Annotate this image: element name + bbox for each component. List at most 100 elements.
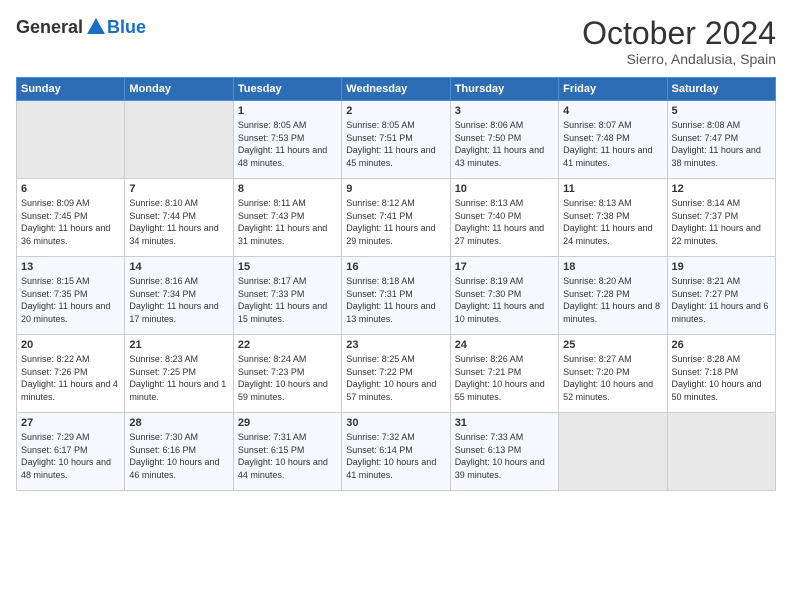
calendar-week-1: 1Sunrise: 8:05 AM Sunset: 7:53 PM Daylig… [17,101,776,179]
title-block: October 2024 Sierro, Andalusia, Spain [582,16,776,67]
day-info: Sunrise: 8:21 AM Sunset: 7:27 PM Dayligh… [672,275,771,325]
col-saturday: Saturday [667,78,775,101]
day-number: 16 [346,261,445,273]
header: General Blue October 2024 Sierro, Andalu… [16,16,776,67]
calendar-cell: 23 Sunrise: 8:25 AM Sunset: 7:22 PM Dayli… [342,335,450,413]
day-info: Sunrise: 8:07 AM Sunset: 7:48 PM Dayligh… [563,119,662,169]
day-info: Sunrise: 8:14 AM Sunset: 7:37 PM Dayligh… [672,197,771,247]
calendar-cell: 15 Sunrise: 8:17 AM Sunset: 7:33 PM Dayli… [233,257,341,335]
logo-blue: Blue [107,17,146,38]
day-number: 15 [238,261,337,273]
calendar-cell: 18 Sunrise: 8:20 AM Sunset: 7:28 PM Dayli… [559,257,667,335]
day-number: 8 [238,183,337,195]
day-number: 24 [455,339,554,351]
calendar-cell: 8Sunrise: 8:11 AM Sunset: 7:43 PM Daylig… [233,179,341,257]
calendar-cell: 2Sunrise: 8:05 AM Sunset: 7:51 PM Daylig… [342,101,450,179]
day-number: 7 [129,183,228,195]
col-thursday: Thursday [450,78,558,101]
location: Sierro, Andalusia, Spain [582,51,776,67]
day-number: 13 [21,261,120,273]
day-number: 19 [672,261,771,273]
day-number: 9 [346,183,445,195]
day-number: 4 [563,105,662,117]
day-number: 29 [238,417,337,429]
day-info: Sunrise: 8:10 AM Sunset: 7:44 PM Dayligh… [129,197,228,247]
day-number: 10 [455,183,554,195]
calendar-cell: 22Sunrise: 8:24 AM Sunset: 7:23 PM Dayli… [233,335,341,413]
day-number: 17 [455,261,554,273]
day-info: Sunrise: 8:13 AM Sunset: 7:38 PM Dayligh… [563,197,662,247]
month-title: October 2024 [582,16,776,51]
day-number: 20 [21,339,120,351]
day-number: 31 [455,417,554,429]
calendar-cell: 7 Sunrise: 8:10 AM Sunset: 7:44 PM Daylig… [125,179,233,257]
calendar-week-5: 27 Sunrise: 7:29 AM Sunset: 6:17 PM Dayli… [17,413,776,491]
day-info: Sunrise: 8:18 AM Sunset: 7:31 PM Dayligh… [346,275,445,325]
day-info: Sunrise: 8:16 AM Sunset: 7:34 PM Dayligh… [129,275,228,325]
day-number: 26 [672,339,771,351]
calendar-cell: 20Sunrise: 8:22 AM Sunset: 7:26 PM Dayli… [17,335,125,413]
calendar-cell: 30 Sunrise: 7:32 AM Sunset: 6:14 PM Dayli… [342,413,450,491]
calendar-cell [559,413,667,491]
day-number: 30 [346,417,445,429]
day-info: Sunrise: 8:17 AM Sunset: 7:33 PM Dayligh… [238,275,337,325]
day-info: Sunrise: 8:15 AM Sunset: 7:35 PM Dayligh… [21,275,120,325]
day-number: 27 [21,417,120,429]
calendar-cell: 1Sunrise: 8:05 AM Sunset: 7:53 PM Daylig… [233,101,341,179]
calendar-cell: 21 Sunrise: 8:23 AM Sunset: 7:25 PM Dayli… [125,335,233,413]
day-number: 3 [455,105,554,117]
col-wednesday: Wednesday [342,78,450,101]
calendar-cell: 13 Sunrise: 8:15 AM Sunset: 7:35 PM Dayli… [17,257,125,335]
calendar-week-2: 6Sunrise: 8:09 AM Sunset: 7:45 PM Daylig… [17,179,776,257]
day-info: Sunrise: 8:06 AM Sunset: 7:50 PM Dayligh… [455,119,554,169]
day-number: 5 [672,105,771,117]
calendar-header: Sunday Monday Tuesday Wednesday Thursday… [17,78,776,101]
calendar-cell [125,101,233,179]
page: General Blue October 2024 Sierro, Andalu… [0,0,792,612]
calendar-cell: 9Sunrise: 8:12 AM Sunset: 7:41 PM Daylig… [342,179,450,257]
calendar-cell: 4 Sunrise: 8:07 AM Sunset: 7:48 PM Daylig… [559,101,667,179]
logo-general: General [16,17,83,38]
day-number: 22 [238,339,337,351]
calendar-cell: 6Sunrise: 8:09 AM Sunset: 7:45 PM Daylig… [17,179,125,257]
day-number: 2 [346,105,445,117]
day-info: Sunrise: 8:28 AM Sunset: 7:18 PM Dayligh… [672,353,771,403]
calendar-week-4: 20Sunrise: 8:22 AM Sunset: 7:26 PM Dayli… [17,335,776,413]
calendar-week-3: 13 Sunrise: 8:15 AM Sunset: 7:35 PM Dayli… [17,257,776,335]
day-info: Sunrise: 7:33 AM Sunset: 6:13 PM Dayligh… [455,431,554,481]
calendar-cell: 24Sunrise: 8:26 AM Sunset: 7:21 PM Dayli… [450,335,558,413]
day-info: Sunrise: 7:29 AM Sunset: 6:17 PM Dayligh… [21,431,120,481]
day-info: Sunrise: 8:20 AM Sunset: 7:28 PM Dayligh… [563,275,662,325]
calendar-cell [17,101,125,179]
day-number: 18 [563,261,662,273]
calendar-cell: 26 Sunrise: 8:28 AM Sunset: 7:18 PM Dayli… [667,335,775,413]
day-info: Sunrise: 8:25 AM Sunset: 7:22 PM Dayligh… [346,353,445,403]
calendar-table: Sunday Monday Tuesday Wednesday Thursday… [16,77,776,491]
logo: General Blue [16,16,146,38]
day-number: 28 [129,417,228,429]
calendar-cell: 5Sunrise: 8:08 AM Sunset: 7:47 PM Daylig… [667,101,775,179]
calendar-body: 1Sunrise: 8:05 AM Sunset: 7:53 PM Daylig… [17,101,776,491]
calendar-cell: 28Sunrise: 7:30 AM Sunset: 6:16 PM Dayli… [125,413,233,491]
weekday-row: Sunday Monday Tuesday Wednesday Thursday… [17,78,776,101]
calendar-cell: 29 Sunrise: 7:31 AM Sunset: 6:15 PM Dayli… [233,413,341,491]
day-info: Sunrise: 8:23 AM Sunset: 7:25 PM Dayligh… [129,353,228,403]
day-number: 25 [563,339,662,351]
day-number: 12 [672,183,771,195]
day-number: 11 [563,183,662,195]
calendar-cell: 10Sunrise: 8:13 AM Sunset: 7:40 PM Dayli… [450,179,558,257]
calendar-cell: 3 Sunrise: 8:06 AM Sunset: 7:50 PM Daylig… [450,101,558,179]
calendar-cell: 27 Sunrise: 7:29 AM Sunset: 6:17 PM Dayli… [17,413,125,491]
calendar-cell: 11 Sunrise: 8:13 AM Sunset: 7:38 PM Dayli… [559,179,667,257]
calendar-cell: 17 Sunrise: 8:19 AM Sunset: 7:30 PM Dayli… [450,257,558,335]
day-number: 6 [21,183,120,195]
day-info: Sunrise: 8:27 AM Sunset: 7:20 PM Dayligh… [563,353,662,403]
day-info: Sunrise: 7:32 AM Sunset: 6:14 PM Dayligh… [346,431,445,481]
col-monday: Monday [125,78,233,101]
col-tuesday: Tuesday [233,78,341,101]
day-number: 21 [129,339,228,351]
day-number: 23 [346,339,445,351]
col-friday: Friday [559,78,667,101]
day-info: Sunrise: 7:31 AM Sunset: 6:15 PM Dayligh… [238,431,337,481]
day-info: Sunrise: 8:19 AM Sunset: 7:30 PM Dayligh… [455,275,554,325]
